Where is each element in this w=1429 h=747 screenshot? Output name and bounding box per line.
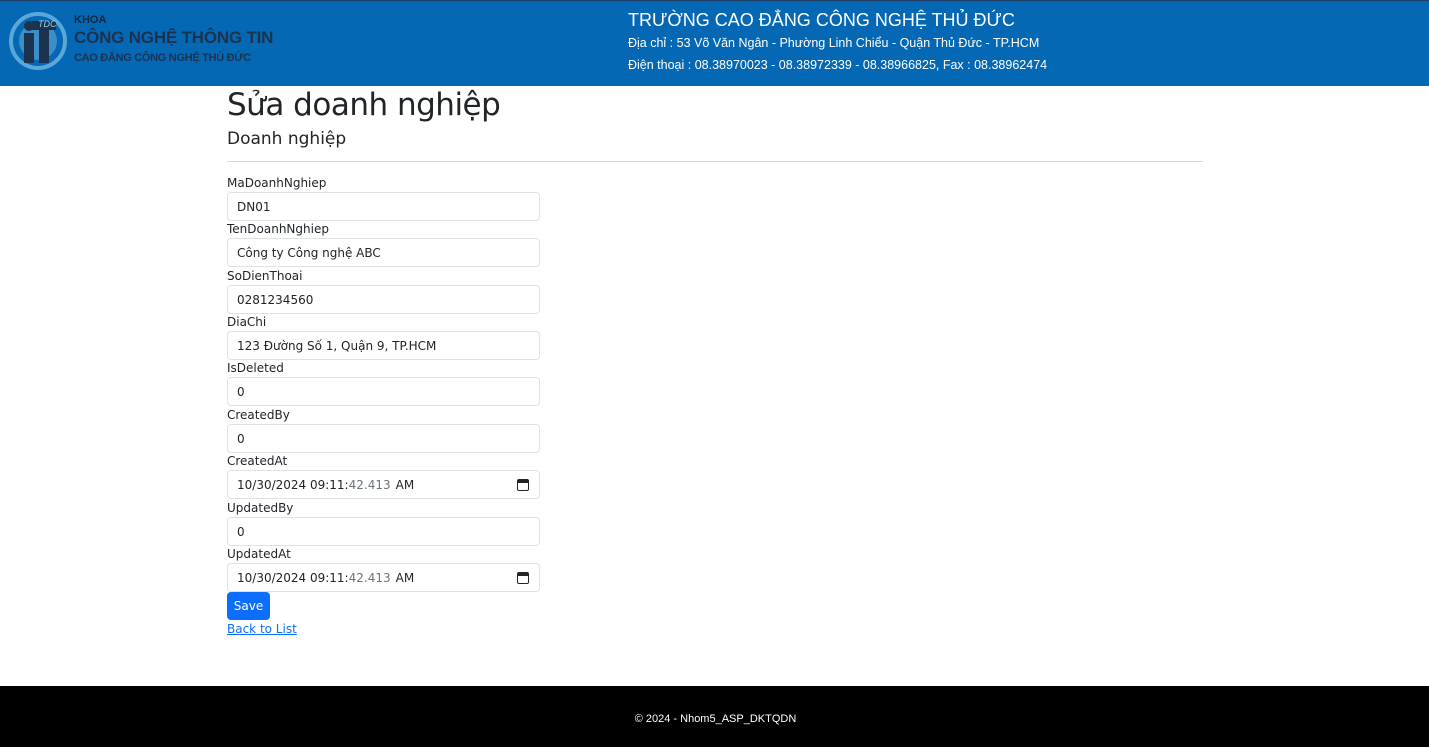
createdat-value: 10/30/2024 09:11: xyxy=(237,477,349,492)
updatedat-value: 10/30/2024 09:11: xyxy=(237,570,349,585)
save-button[interactable]: Save xyxy=(227,592,270,620)
madoanhnghiep-input[interactable]: DN01 xyxy=(227,192,540,221)
logo-badge-text: TDC xyxy=(38,19,57,29)
logo-line-faculty: CÔNG NGHỆ THÔNG TIN xyxy=(74,28,274,47)
page-title: Sửa doanh nghiệp xyxy=(227,87,501,123)
createdat-seconds: 42.413 xyxy=(348,477,391,492)
logo-line-khoa: KHOA xyxy=(74,14,107,26)
updatedat-ampm: AM xyxy=(395,570,415,585)
site-header: TDC KHOA CÔNG NGHỆ THÔNG TIN CAO ĐẲNG CÔ… xyxy=(0,0,1429,86)
createdby-value: 0 xyxy=(237,431,245,446)
createdby-input[interactable]: 0 xyxy=(227,424,540,453)
tendoanhnghiep-value: Công ty Công nghệ ABC xyxy=(237,245,381,260)
createdat-datetime-input[interactable]: 10/30/2024 09:11: 42.413 AM xyxy=(227,470,540,499)
footer-copyright: © 2024 - Nhom5_ASP_DKTQDN xyxy=(634,713,797,725)
field-label-sodienthoai: SoDienThoai xyxy=(227,269,303,283)
tendoanhnghiep-input[interactable]: Công ty Công nghệ ABC xyxy=(227,238,540,267)
sodienthoai-input[interactable]: 0281234560 xyxy=(227,285,540,314)
calendar-icon[interactable] xyxy=(517,572,529,584)
divider xyxy=(227,161,1203,162)
updatedby-value: 0 xyxy=(237,524,245,539)
logo-line-college: CAO ĐẲNG CÔNG NGHỆ THỦ ĐỨC xyxy=(74,52,251,64)
logo-mark-icon: TDC xyxy=(9,12,67,70)
diachi-input[interactable]: 123 Đường Số 1, Quận 9, TP.HCM xyxy=(227,331,540,360)
field-label-updatedat: UpdatedAt xyxy=(227,547,291,561)
updatedat-datetime-input[interactable]: 10/30/2024 09:11: 42.413 AM xyxy=(227,563,540,592)
updatedat-seconds: 42.413 xyxy=(348,570,391,585)
createdat-ampm: AM xyxy=(395,477,415,492)
field-label-isdeleted: IsDeleted xyxy=(227,361,284,375)
field-label-tendoanhnghiep: TenDoanhNghiep xyxy=(227,222,329,236)
field-label-updatedby: UpdatedBy xyxy=(227,501,294,515)
back-to-list-link[interactable]: Back to List xyxy=(227,622,297,636)
sodienthoai-value: 0281234560 xyxy=(237,292,314,307)
field-label-diachi: DiaChi xyxy=(227,315,267,329)
isdeleted-input[interactable]: 0 xyxy=(227,377,540,406)
field-label-createdat: CreatedAt xyxy=(227,454,288,468)
isdeleted-value: 0 xyxy=(237,384,245,399)
diachi-value: 123 Đường Số 1, Quận 9, TP.HCM xyxy=(237,338,437,353)
madoanhnghiep-value: DN01 xyxy=(237,199,271,214)
school-address: Địa chỉ : 53 Võ Văn Ngân - Phường Linh C… xyxy=(628,36,1040,50)
updatedby-input[interactable]: 0 xyxy=(227,517,540,546)
school-name: TRƯỜNG CAO ĐẲNG CÔNG NGHỆ THỦ ĐỨC xyxy=(628,10,1015,30)
field-label-createdby: CreatedBy xyxy=(227,408,290,422)
calendar-icon[interactable] xyxy=(517,479,529,491)
faculty-logo[interactable]: TDC KHOA CÔNG NGHỆ THÔNG TIN CAO ĐẲNG CÔ… xyxy=(8,9,273,73)
section-title: Doanh nghiệp xyxy=(227,129,347,149)
school-phone: Điện thoại : 08.38970023 - 08.38972339 -… xyxy=(628,58,1048,72)
site-footer: © 2024 - Nhom5_ASP_DKTQDN xyxy=(0,686,1429,747)
field-label-madoanhnghiep: MaDoanhNghiep xyxy=(227,176,327,190)
